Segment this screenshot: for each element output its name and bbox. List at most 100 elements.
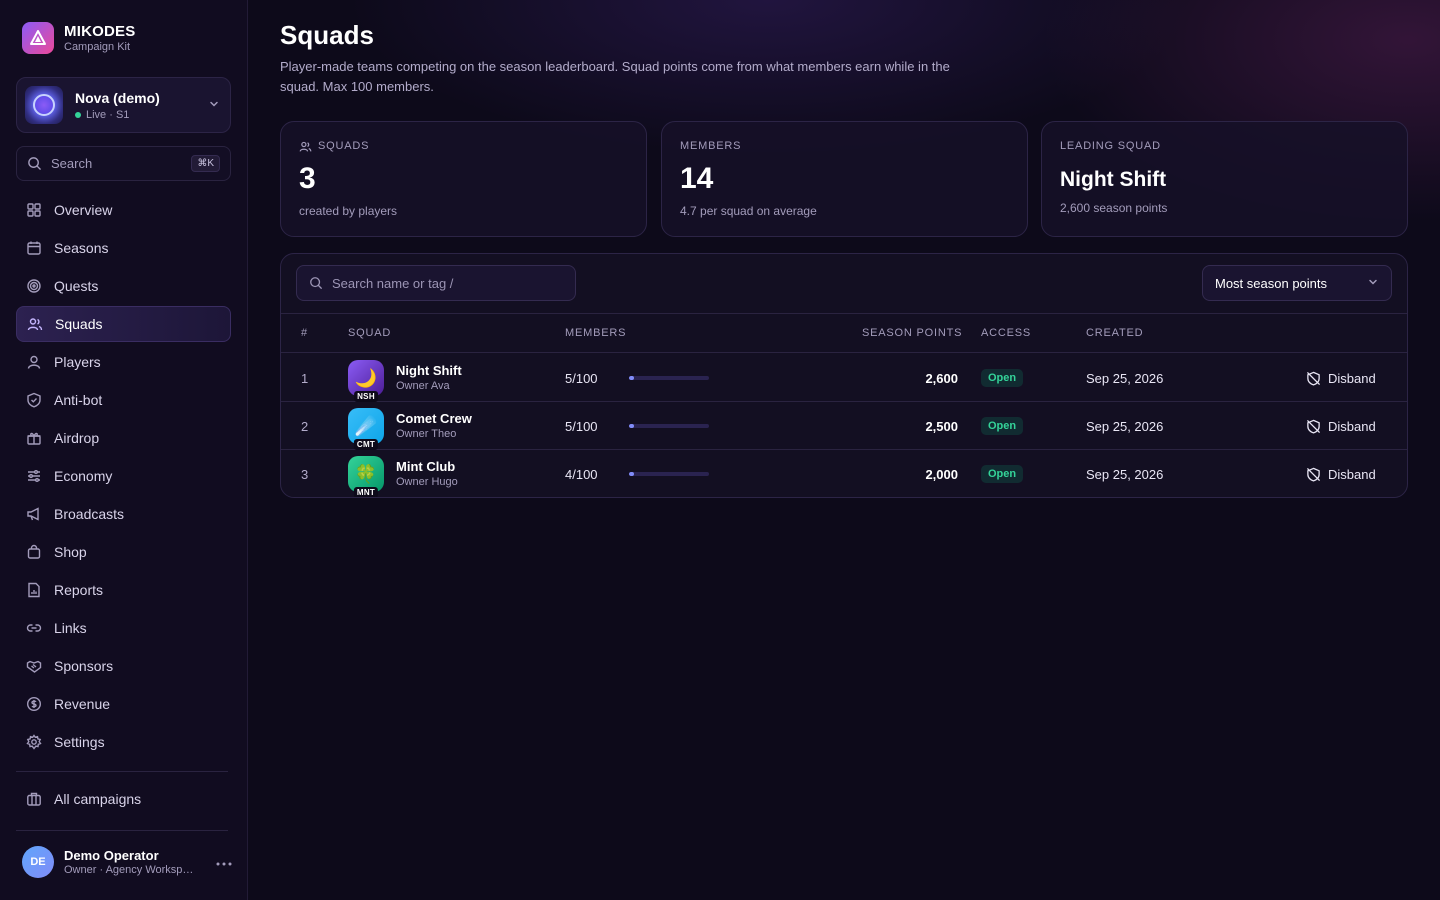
chevron-down-icon bbox=[1367, 276, 1379, 291]
shield-off-icon bbox=[1306, 467, 1321, 482]
gift-icon bbox=[27, 432, 41, 445]
sidebar-item-quests[interactable]: Quests bbox=[16, 268, 231, 304]
sidebar-item-links[interactable]: Links bbox=[16, 610, 231, 646]
sidebar-item-label: Shop bbox=[54, 544, 87, 560]
shield-off-icon bbox=[1306, 371, 1321, 386]
sidebar-item-label: Economy bbox=[54, 468, 113, 484]
megaphone-icon bbox=[27, 507, 39, 521]
shield-off-icon bbox=[1306, 419, 1321, 434]
sidebar-item-reports[interactable]: Reports bbox=[16, 572, 231, 608]
sidebar-item-label: Links bbox=[54, 620, 87, 636]
squad-avatar: 🍀 MNT bbox=[348, 456, 384, 497]
col-access[interactable]: ACCESS bbox=[981, 327, 1031, 339]
sidebar-item-players[interactable]: Players bbox=[16, 344, 231, 380]
squads-table: Search name or tag / Most season points … bbox=[280, 253, 1408, 498]
squad-tag: NSH bbox=[354, 391, 378, 402]
disband-button[interactable]: Disband bbox=[1306, 354, 1376, 402]
stat-value: 3 bbox=[299, 162, 316, 195]
squad-cell[interactable]: ☄️ CMT Comet Crew Owner Theo bbox=[348, 402, 472, 450]
avatar: DE bbox=[22, 846, 54, 878]
sidebar-item-squads[interactable]: Squads bbox=[16, 306, 231, 342]
sidebar-item-label: Seasons bbox=[54, 240, 109, 256]
sidebar-item-revenue[interactable]: Revenue bbox=[16, 686, 231, 722]
brand-subtitle: Campaign Kit bbox=[64, 40, 131, 53]
squad-name: Night Shift bbox=[396, 362, 462, 378]
sidebar-item-label: Anti-bot bbox=[54, 392, 103, 408]
campaign-switcher[interactable]: Nova (demo) Live · S1 bbox=[16, 77, 231, 133]
sidebar-item-seasons[interactable]: Seasons bbox=[16, 230, 231, 266]
access-cell: Open bbox=[981, 402, 1024, 450]
table-row[interactable]: 1 🌙 NSH Night Shift Owner Ava 5/100 2,600 Open S… bbox=[281, 354, 1407, 402]
stat-card-members: MEMBERS 14 4.7 per squad on average bbox=[661, 121, 1028, 237]
season-points: 2,500 bbox=[925, 418, 958, 434]
stat-label: MEMBERS bbox=[680, 140, 742, 152]
sidebar-item-label: Airdrop bbox=[54, 430, 100, 446]
members-progress-fill bbox=[629, 472, 634, 476]
sort-select[interactable]: Most season points bbox=[1202, 265, 1392, 301]
stat-value: Night Shift bbox=[1060, 168, 1167, 191]
row-rank: 2 bbox=[301, 418, 309, 434]
stat-label: SQUADS bbox=[318, 140, 370, 152]
sidebar-search[interactable]: Search ⌘K bbox=[16, 146, 231, 181]
disband-button[interactable]: Disband bbox=[1306, 402, 1376, 450]
campaign-status: Live · S1 bbox=[75, 109, 160, 121]
access-cell: Open bbox=[981, 450, 1024, 497]
sidebar-item-economy[interactable]: Economy bbox=[16, 458, 231, 494]
gear-icon bbox=[26, 734, 42, 750]
table-header: # SQUAD MEMBERS SEASON POINTS ACCESS CRE… bbox=[281, 313, 1407, 353]
sidebar-item-anti-bot[interactable]: Anti-bot bbox=[16, 382, 231, 418]
squad-search-input[interactable]: Search name or tag / bbox=[296, 265, 576, 301]
col-season-points[interactable]: SEASON POINTS bbox=[862, 327, 962, 339]
sidebar-item-overview[interactable]: Overview bbox=[16, 192, 231, 228]
sidebar: MIKODES Campaign Kit Nova (demo) Live · … bbox=[0, 0, 248, 900]
users-icon bbox=[299, 141, 312, 152]
access-cell: Open bbox=[981, 354, 1024, 402]
brand-logo-icon bbox=[22, 22, 54, 54]
row-rank: 3 bbox=[301, 466, 309, 482]
members-progress-bar bbox=[629, 376, 709, 380]
members-cell: 5/100 bbox=[565, 402, 709, 450]
campaign-status-text: Live · S1 bbox=[86, 108, 130, 121]
col-squad[interactable]: SQUAD bbox=[348, 327, 391, 339]
sidebar-item-broadcasts[interactable]: Broadcasts bbox=[16, 496, 231, 532]
created-date: Sep 25, 2026 bbox=[1086, 418, 1164, 434]
squad-cell[interactable]: 🌙 NSH Night Shift Owner Ava bbox=[348, 354, 462, 402]
status-badge: Open bbox=[981, 465, 1024, 483]
sidebar-item-label: Players bbox=[54, 354, 101, 370]
col-created[interactable]: CREATED bbox=[1086, 327, 1143, 339]
page-description: Player-made teams competing on the seaso… bbox=[280, 59, 950, 94]
sidebar-item-shop[interactable]: Shop bbox=[16, 534, 231, 570]
disband-label: Disband bbox=[1328, 370, 1376, 386]
more-horizontal-icon[interactable] bbox=[216, 853, 232, 871]
sidebar-item-airdrop[interactable]: Airdrop bbox=[16, 420, 231, 456]
brand[interactable]: MIKODES Campaign Kit bbox=[22, 22, 135, 54]
shopping-bag-icon bbox=[27, 544, 41, 559]
user-divider bbox=[16, 830, 228, 831]
dollar-icon bbox=[26, 696, 42, 712]
sidebar-item-settings[interactable]: Settings bbox=[16, 724, 231, 760]
disband-button[interactable]: Disband bbox=[1306, 450, 1376, 497]
created-date: Sep 25, 2026 bbox=[1086, 466, 1164, 482]
grid-icon bbox=[27, 203, 41, 217]
table-row[interactable]: 3 🍀 MNT Mint Club Owner Hugo 4/100 2,000 Open Se… bbox=[281, 450, 1407, 497]
link-icon bbox=[26, 624, 42, 632]
user-profile[interactable]: DE Demo Operator Owner · Agency Workspac… bbox=[22, 846, 232, 878]
squad-name: Mint Club bbox=[396, 458, 456, 474]
squad-tag: CMT bbox=[353, 439, 379, 450]
sidebar-item-label: Squads bbox=[55, 316, 103, 332]
season-points: 2,600 bbox=[925, 370, 958, 386]
sidebar-item-sponsors[interactable]: Sponsors bbox=[16, 648, 231, 684]
table-row[interactable]: 2 ☄️ CMT Comet Crew Owner Theo 5/100 2,500 Open… bbox=[281, 402, 1407, 450]
status-badge: Open bbox=[981, 369, 1024, 387]
squad-cell[interactable]: 🍀 MNT Mint Club Owner Hugo bbox=[348, 450, 458, 497]
sidebar-item-label: Settings bbox=[54, 734, 105, 750]
handshake-icon bbox=[26, 660, 42, 673]
stat-card-squads: SQUADS 3 created by players bbox=[280, 121, 647, 237]
squad-name: Comet Crew bbox=[396, 410, 472, 426]
status-badge: Open bbox=[981, 417, 1024, 435]
users-icon bbox=[27, 318, 43, 331]
season-points: 2,000 bbox=[925, 466, 958, 482]
main-content: Squads Player-made teams competing on th… bbox=[248, 0, 1440, 900]
sidebar-item-all-campaigns[interactable]: All campaigns bbox=[16, 781, 231, 817]
col-members[interactable]: MEMBERS bbox=[565, 327, 626, 339]
